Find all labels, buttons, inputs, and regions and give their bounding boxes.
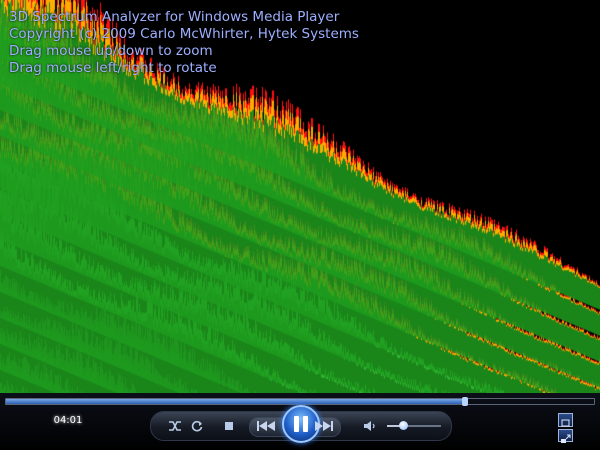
next-button[interactable] [313,418,335,434]
previous-button[interactable] [255,418,277,434]
shuffle-button[interactable] [167,418,183,434]
player-controls-bar: 04:01 [0,393,600,450]
seek-bar[interactable] [5,397,595,406]
switch-to-compact-icon [561,434,571,443]
previous-icon [257,421,275,431]
seek-bar-progress [6,399,465,404]
volume-slider[interactable] [387,421,441,430]
transport-controls [150,405,452,443]
elapsed-time: 04:01 [53,415,83,426]
stop-icon [225,422,233,430]
pause-icon [294,416,299,432]
spectrum-visualization[interactable] [0,0,600,393]
speaker-icon [364,421,375,431]
repeat-button[interactable] [189,418,205,434]
switch-to-compact-button[interactable] [558,429,573,443]
repeat-icon [191,420,203,432]
fullscreen-icon [561,419,570,427]
fullscreen-button[interactable] [558,413,573,427]
pause-icon-bar [303,416,308,432]
volume-slider-thumb[interactable] [399,421,409,430]
shuffle-icon [169,421,181,431]
mute-button[interactable] [361,418,377,434]
stop-button[interactable] [221,418,237,434]
seek-bar-thumb[interactable] [461,397,468,406]
next-icon [315,421,333,431]
